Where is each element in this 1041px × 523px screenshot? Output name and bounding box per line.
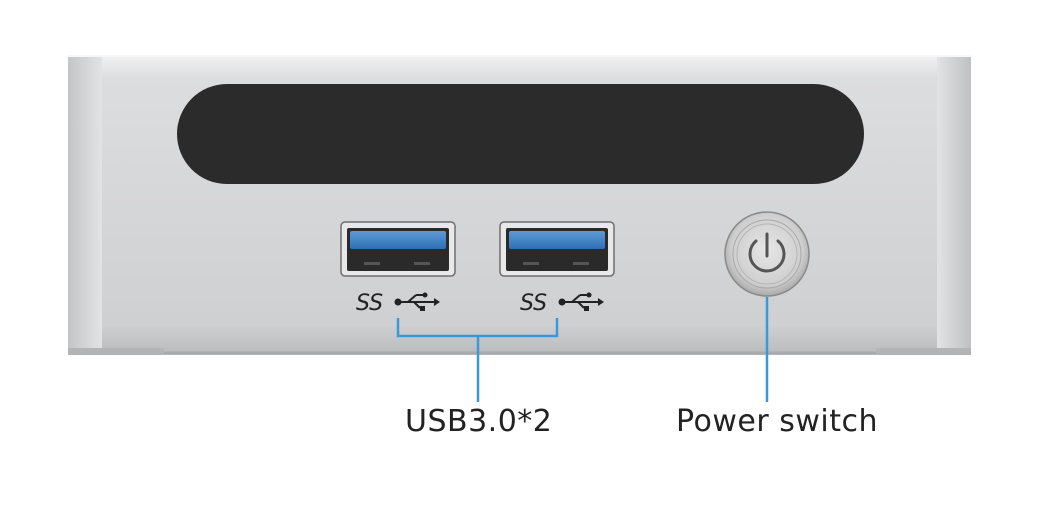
usb-port-1[interactable]	[340, 221, 456, 277]
ss-marking-2: SS	[520, 291, 547, 316]
ss-marking-1: SS	[356, 291, 383, 316]
usb-port-2[interactable]	[499, 221, 615, 277]
usb-callout-label: USB3.0*2	[405, 404, 553, 439]
front-panel-window	[177, 84, 864, 184]
power-button[interactable]	[724, 211, 810, 297]
power-callout-label: Power switch	[676, 404, 879, 439]
device-illustration: SS SS	[68, 55, 971, 402]
